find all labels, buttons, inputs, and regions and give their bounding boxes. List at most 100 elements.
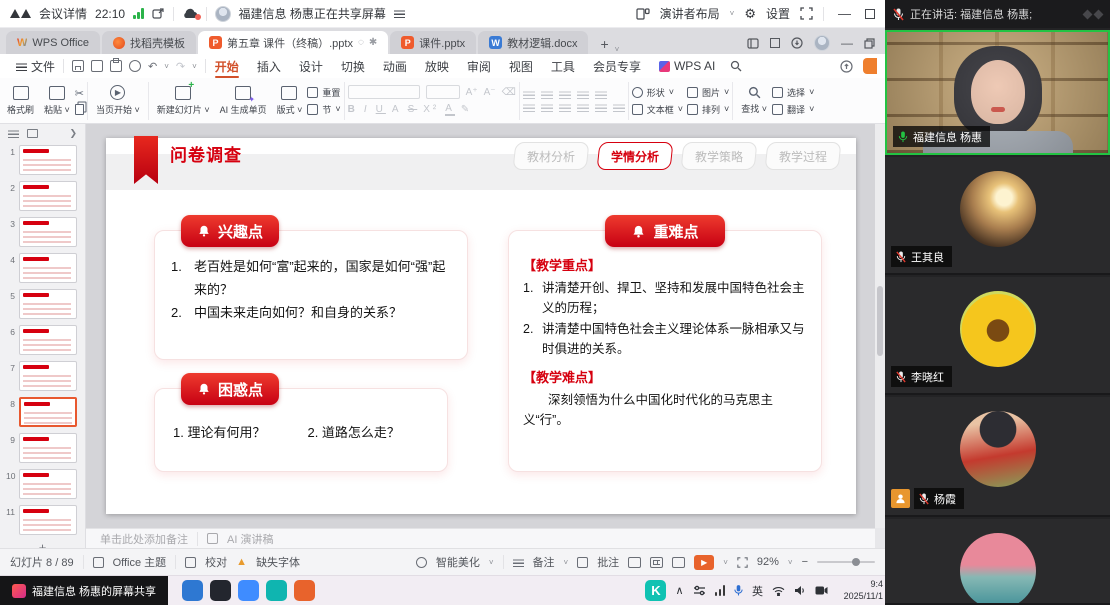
select-button[interactable]: 选择 ˅ — [772, 86, 814, 99]
download-icon[interactable] — [791, 37, 803, 49]
slide-thumbnail-5[interactable]: 5 — [0, 286, 85, 322]
find-button[interactable]: 查找 ˅ — [736, 80, 772, 122]
wps-restore-button[interactable] — [864, 38, 875, 49]
menu-1[interactable]: 开始 — [206, 54, 248, 78]
taskbar-app-icon-2[interactable] — [210, 580, 231, 601]
format-painter-button[interactable]: 格式刷 — [2, 80, 39, 122]
ime-indicator[interactable]: 英 — [752, 583, 763, 599]
slide-thumbnail-9[interactable]: 9 — [0, 430, 85, 466]
reading-view-button[interactable] — [672, 557, 685, 568]
menu-3[interactable]: 设计 — [290, 54, 332, 78]
ai-speech-button[interactable]: AI 演讲稿 — [227, 531, 273, 547]
slide-section-tab-1[interactable]: 教材分析 — [513, 142, 590, 170]
participant-tile-4[interactable]: 杨霞 — [885, 397, 1110, 517]
copy-button[interactable] — [75, 104, 84, 115]
normal-view-button[interactable] — [628, 557, 641, 568]
current-slide[interactable]: 问卷调查 教材分析学情分析教学策略教学过程 兴趣点 1.老百姓是如何“富”起来的… — [106, 138, 856, 514]
layout-selector[interactable]: 演讲者布局 — [660, 5, 720, 22]
menu-8[interactable]: 视图 — [500, 54, 542, 78]
notes-toggle-button[interactable]: 备注 — [533, 554, 555, 570]
file-menu[interactable]: 文件 — [8, 58, 63, 75]
share-icon[interactable] — [129, 60, 141, 72]
office-theme-button[interactable]: Office 主题 — [113, 554, 167, 570]
cloud-record-icon[interactable] — [182, 8, 198, 19]
camera-icon[interactable] — [815, 586, 828, 595]
translate-button[interactable]: 翻译 ˅ — [772, 103, 814, 116]
menu-4[interactable]: 切换 — [332, 54, 374, 78]
menu-2[interactable]: 插入 — [248, 54, 290, 78]
cut-button[interactable]: ✂ — [75, 87, 84, 100]
speaker-icon[interactable] — [794, 585, 806, 596]
search-icon[interactable] — [730, 60, 742, 72]
new-slide-button[interactable]: 新建幻灯片 ˅ — [152, 80, 215, 122]
new-tab-button[interactable]: + — [590, 36, 614, 54]
document-tab-2[interactable]: 找稻壳模板 — [102, 31, 196, 54]
document-tab-5[interactable]: W教材逻辑.docx — [478, 31, 588, 54]
participant-tile-3[interactable]: 李晓红 — [885, 277, 1110, 395]
taskbar-app-icon-3[interactable] — [238, 580, 259, 601]
document-tab-4[interactable]: P课件.pptx — [390, 31, 476, 54]
slide-thumbnail-7[interactable]: 7 — [0, 358, 85, 394]
taskbar-clock[interactable]: 9:4 2025/11/1 — [837, 579, 883, 602]
slide-thumbnail-1[interactable]: 1 — [0, 142, 85, 178]
slides-view-icon[interactable] — [27, 129, 38, 138]
split-view-icon[interactable] — [747, 38, 759, 49]
undo-icon[interactable]: ↶ — [148, 60, 157, 73]
share-screen-icon[interactable] — [152, 7, 165, 20]
maximize-button[interactable] — [865, 9, 875, 19]
wifi-icon[interactable] — [772, 586, 785, 596]
slide-thumbnail-10[interactable]: 10 — [0, 466, 85, 502]
ai-generate-page-button[interactable]: AI 生成单页 — [215, 80, 272, 122]
menu-5[interactable]: 动画 — [374, 54, 416, 78]
shapes-button[interactable]: 形状 ˅ — [632, 86, 683, 99]
fit-window-icon[interactable] — [737, 557, 748, 568]
zoom-percent[interactable]: 92% — [757, 556, 779, 568]
slide-thumbnail-3[interactable]: 3 — [0, 214, 85, 250]
wps-minimize-button[interactable]: — — [841, 36, 853, 50]
arrange-button[interactable]: 排列 ˅ — [687, 103, 729, 116]
outline-view-icon[interactable] — [8, 129, 19, 138]
more-icon[interactable]: ˅ — [192, 62, 197, 71]
zoom-slider[interactable] — [817, 561, 875, 563]
notes-bar[interactable]: 单击此处添加备注 AI 演讲稿 — [86, 528, 875, 548]
tray-mic-icon[interactable] — [734, 584, 743, 597]
play-from-current-button[interactable]: ▶ 当页开始 ˅ — [91, 80, 145, 122]
mic-muted-icon[interactable] — [893, 8, 904, 21]
play-caret-icon[interactable]: ˅ — [723, 558, 728, 567]
workspace-icon[interactable] — [770, 38, 780, 48]
zoom-slider-handle[interactable] — [852, 558, 860, 566]
tab-list-caret-icon[interactable]: ˅ — [615, 45, 620, 54]
add-slide-button[interactable]: + — [0, 538, 85, 548]
slide-thumbnail-11[interactable]: 11 — [0, 502, 85, 538]
participant-tile-2[interactable]: 王其良 — [885, 157, 1110, 275]
collapse-panel-icon[interactable]: ❯ — [69, 128, 77, 139]
menu-6[interactable]: 放映 — [416, 54, 458, 78]
scrollbar-thumb[interactable] — [877, 286, 883, 356]
taskbar-app-icon-1[interactable] — [182, 580, 203, 601]
minimize-button[interactable]: — — [834, 6, 855, 21]
settings-gear-icon[interactable]: ⚙ — [744, 6, 756, 22]
menu-wps-ai[interactable]: WPS AI — [650, 54, 724, 78]
slide-section-tab-4[interactable]: 教学过程 — [765, 142, 842, 170]
menu-7[interactable]: 审阅 — [458, 54, 500, 78]
account-avatar[interactable] — [814, 35, 830, 51]
participant-tile-1[interactable]: 福建信息 杨惠 — [885, 30, 1110, 155]
slide-thumbnail-4[interactable]: 4 — [0, 250, 85, 286]
reset-button[interactable]: 重置 — [307, 86, 340, 99]
document-tab-3[interactable]: P第五章 课件（终稿）.pptx◌✱ — [198, 31, 388, 54]
member-button[interactable] — [863, 58, 877, 74]
tray-expand-icon[interactable]: ∧ — [675, 584, 683, 597]
fullscreen-icon[interactable] — [800, 7, 813, 20]
zoom-out-button[interactable]: − — [802, 556, 808, 568]
print-icon[interactable] — [110, 60, 122, 72]
vertical-scrollbar[interactable] — [875, 124, 885, 528]
k-app-icon[interactable]: K — [645, 580, 666, 601]
upload-cloud-icon[interactable] — [840, 60, 853, 73]
smart-beautify-button[interactable]: 智能美化 — [436, 554, 480, 570]
screen-share-banner[interactable]: 福建信息 杨惠的屏幕共享 — [0, 576, 168, 605]
paste-button[interactable]: 粘贴 ˅ — [39, 80, 75, 122]
sliders-icon[interactable] — [693, 585, 706, 596]
slide-thumbnail-2[interactable]: 2 — [0, 178, 85, 214]
menu-10[interactable]: 会员专享 — [584, 54, 650, 78]
slide-thumbnail-6[interactable]: 6 — [0, 322, 85, 358]
